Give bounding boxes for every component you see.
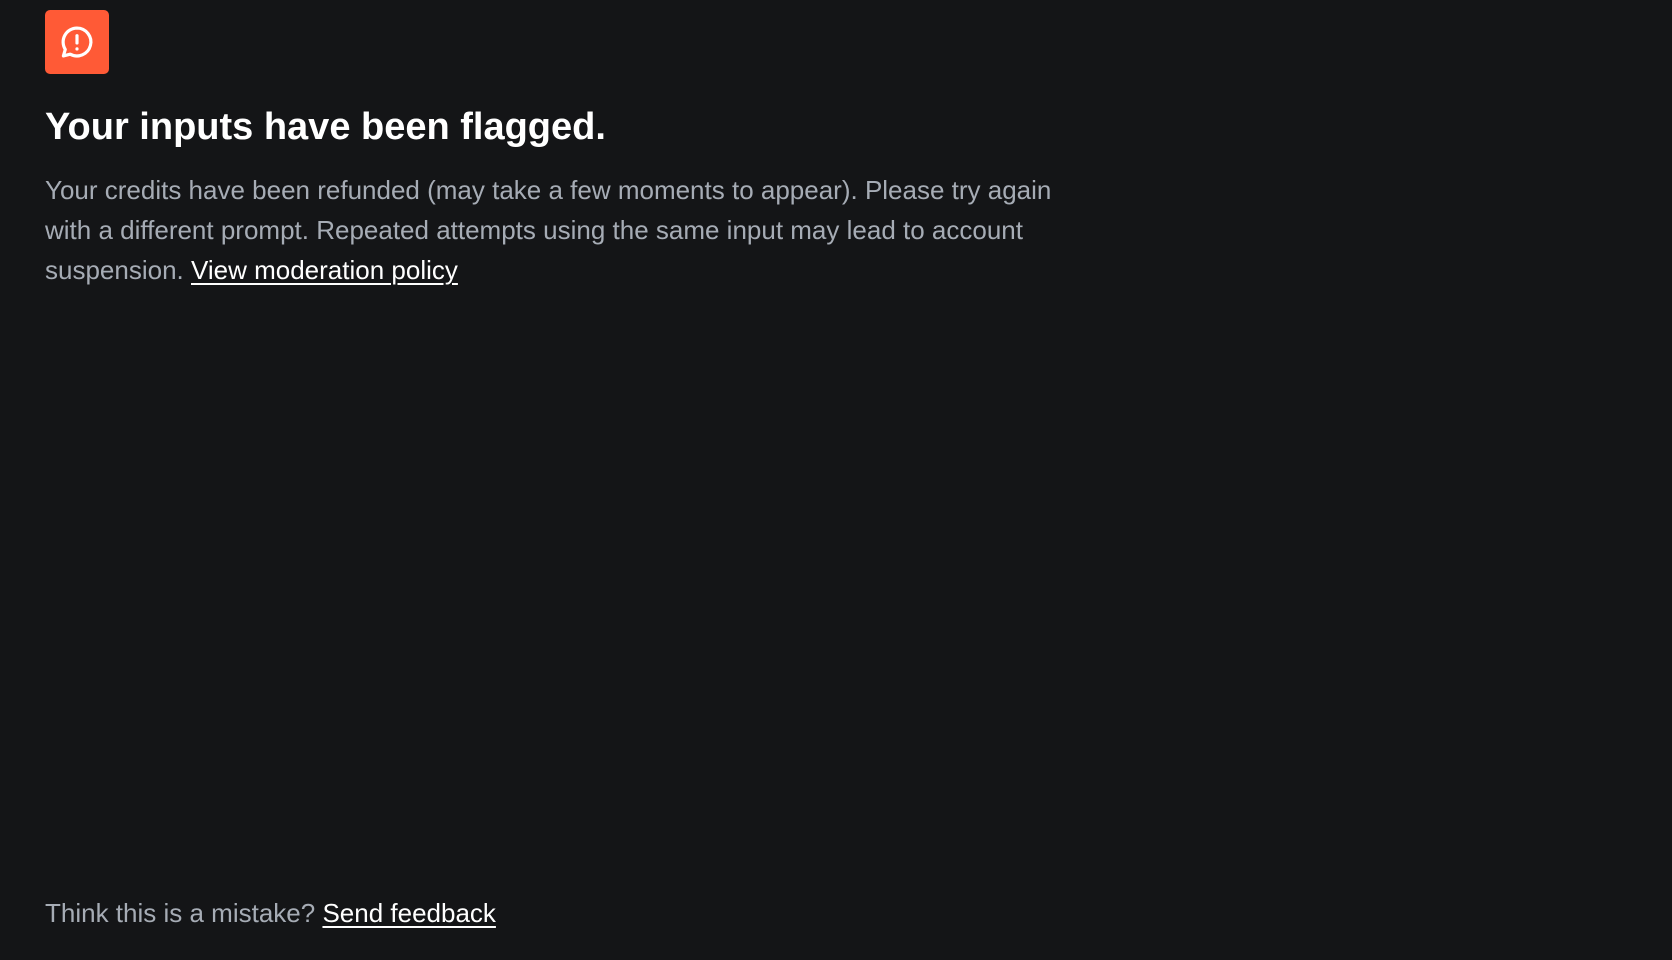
feedback-footer: Think this is a mistake? Send feedback bbox=[45, 893, 496, 933]
alert-badge bbox=[45, 10, 109, 74]
send-feedback-link[interactable]: Send feedback bbox=[322, 898, 495, 928]
view-moderation-policy-link[interactable]: View moderation policy bbox=[191, 255, 458, 285]
chat-alert-icon bbox=[61, 26, 93, 58]
mistake-prompt: Think this is a mistake? bbox=[45, 898, 316, 928]
page-title: Your inputs have been flagged. bbox=[45, 106, 606, 148]
moderation-message: Your credits have been refunded (may tak… bbox=[45, 170, 1085, 290]
